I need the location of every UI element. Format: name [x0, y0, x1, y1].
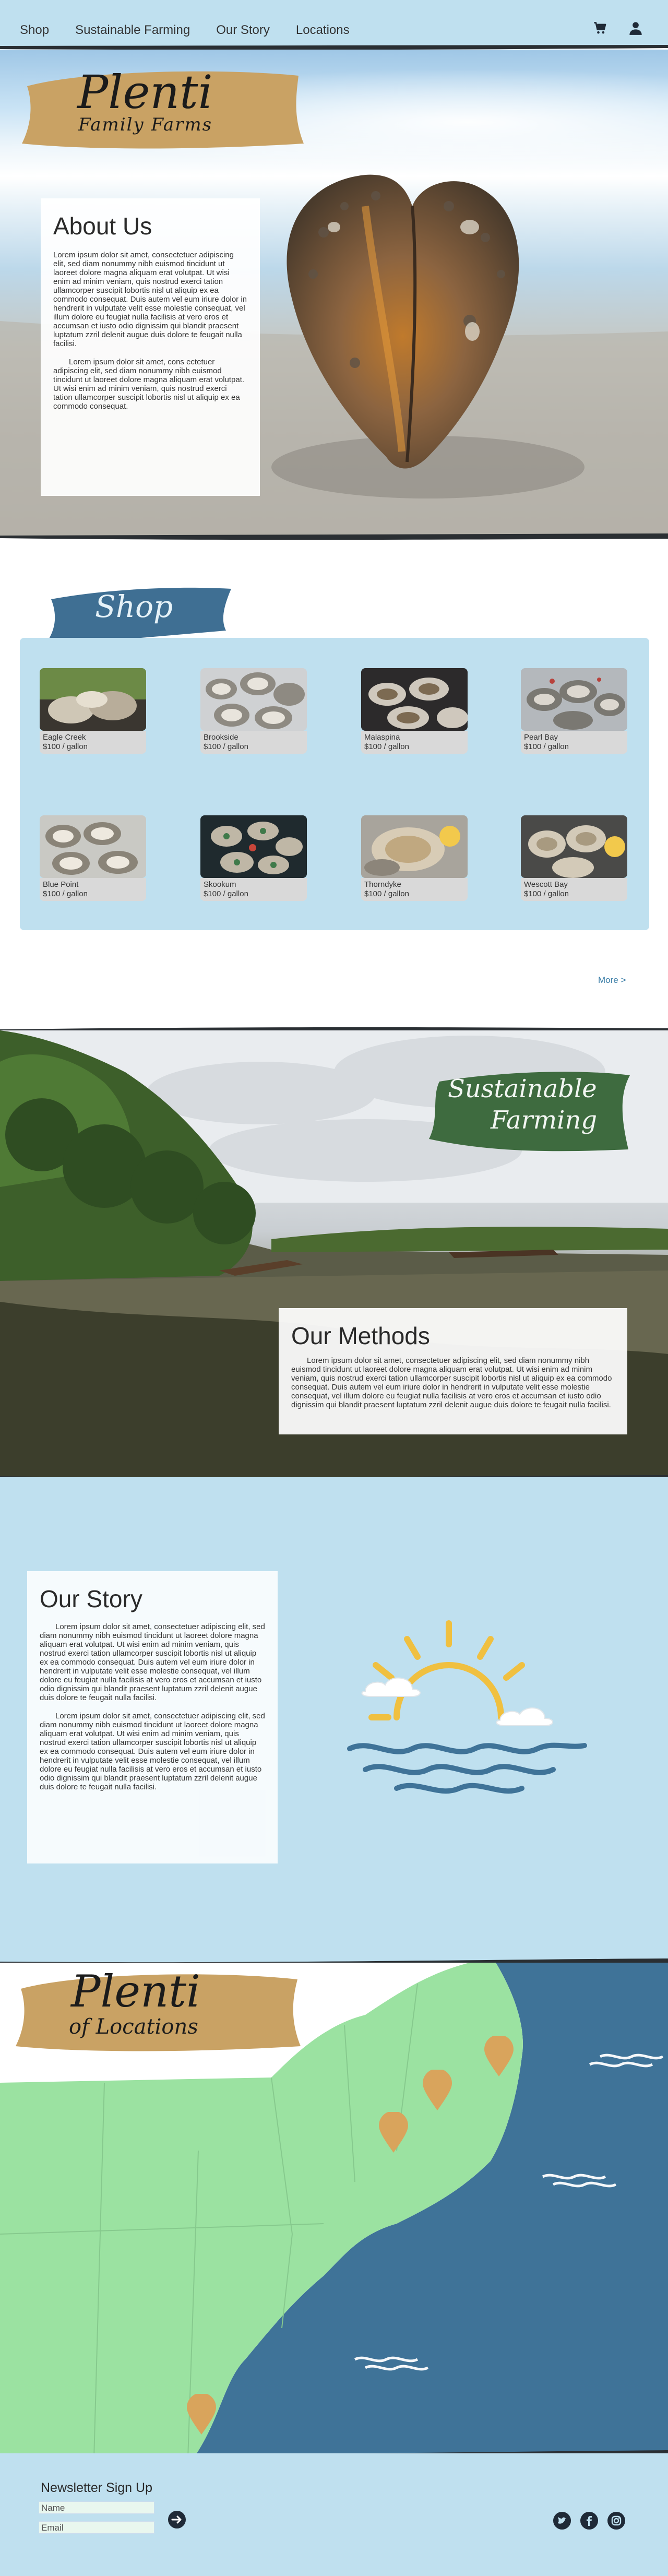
product-info: Malaspina $100 / gallon: [361, 731, 468, 754]
product-image: [521, 815, 627, 878]
product-image: [361, 668, 468, 731]
about-paragraph-1: Lorem ipsum dolor sit amet, consectetuer…: [53, 251, 247, 348]
user-icon[interactable]: [628, 21, 643, 35]
nav-link-our-story[interactable]: Our Story: [216, 23, 270, 38]
shop-title[interactable]: Shop: [95, 589, 173, 624]
product-card[interactable]: Blue Point $100 / gallon: [40, 815, 146, 901]
about-card: About Us Lorem ipsum dolor sit amet, con…: [41, 198, 260, 496]
product-price: $100 / gallon: [524, 889, 569, 898]
product-name: Wescott Bay: [524, 880, 568, 889]
shop-panel: Eagle Creek $100 / gallon Brookside $100…: [20, 638, 649, 930]
product-price: $100 / gallon: [364, 889, 409, 898]
product-price: $100 / gallon: [524, 742, 569, 751]
nav-links: Shop Sustainable Farming Our Story Locat…: [20, 23, 350, 38]
product-name: Skookum: [204, 880, 236, 889]
product-image: [40, 668, 146, 731]
product-card[interactable]: Brookside $100 / gallon: [200, 668, 307, 754]
product-price: $100 / gallon: [204, 742, 248, 751]
locations-brand[interactable]: Plenti: [71, 1966, 200, 2017]
story-title: Our Story: [40, 1585, 142, 1612]
product-card[interactable]: Thorndyke $100 / gallon: [361, 815, 468, 901]
methods-banner-line2[interactable]: Farming: [491, 1106, 597, 1135]
product-info: Wescott Bay $100 / gallon: [521, 878, 627, 901]
product-name: Thorndyke: [364, 880, 401, 889]
brand-logo[interactable]: Plenti: [77, 65, 213, 119]
methods-section: Sustainable Farming Our Methods Lorem ip…: [0, 1030, 668, 1477]
brand-tagline: Family Farms: [78, 114, 213, 135]
shop-more-link[interactable]: More >: [598, 975, 626, 986]
twitter-icon[interactable]: [553, 2512, 571, 2530]
newsletter-title: Newsletter Sign Up: [41, 2480, 152, 2495]
product-price: $100 / gallon: [43, 889, 88, 898]
about-title: About Us: [53, 212, 152, 240]
methods-card: Our Methods Lorem ipsum dolor sit amet, …: [279, 1308, 627, 1434]
methods-body: Lorem ipsum dolor sit amet, consectetuer…: [291, 1356, 612, 1409]
product-name: Pearl Bay: [524, 733, 558, 742]
newsletter-submit-arrow-icon[interactable]: [168, 2511, 186, 2528]
product-name: Malaspina: [364, 733, 400, 742]
product-info: Thorndyke $100 / gallon: [361, 878, 468, 901]
product-info: Pearl Bay $100 / gallon: [521, 731, 627, 754]
story-paragraph-1: Lorem ipsum dolor sit amet, consectetuer…: [40, 1622, 265, 1702]
story-section: Our Story Lorem ipsum dolor sit amet, co…: [0, 1477, 668, 1968]
sun-waves-icon: [347, 1620, 587, 1794]
newsletter-email-field[interactable]: Email: [39, 2521, 154, 2534]
product-card[interactable]: Wescott Bay $100 / gallon: [521, 815, 627, 901]
product-price: $100 / gallon: [204, 889, 248, 898]
product-image: [40, 815, 146, 878]
product-card[interactable]: Pearl Bay $100 / gallon: [521, 668, 627, 754]
locations-subtitle: of Locations: [69, 2015, 198, 2039]
location-pin-icon[interactable]: [186, 2394, 217, 2436]
product-image: [361, 815, 468, 878]
newsletter-name-field[interactable]: Name: [39, 2501, 154, 2514]
nav-link-locations[interactable]: Locations: [296, 23, 350, 38]
product-info: Blue Point $100 / gallon: [40, 878, 146, 901]
product-info: Skookum $100 / gallon: [200, 878, 307, 901]
methods-banner-line1[interactable]: Sustainable: [448, 1074, 597, 1103]
product-image: [200, 815, 307, 878]
nav-icons: [593, 21, 643, 35]
product-info: Eagle Creek $100 / gallon: [40, 731, 146, 754]
location-pin-icon[interactable]: [483, 2036, 515, 2078]
story-card: Our Story Lorem ipsum dolor sit amet, co…: [27, 1571, 278, 1863]
footer: Newsletter Sign Up Name Email: [0, 2453, 668, 2576]
nav-link-shop[interactable]: Shop: [20, 23, 49, 38]
product-card[interactable]: Eagle Creek $100 / gallon: [40, 668, 146, 754]
methods-title: Our Methods: [291, 1322, 430, 1349]
product-name: Blue Point: [43, 880, 79, 889]
cart-icon[interactable]: [593, 21, 607, 35]
product-price: $100 / gallon: [43, 742, 88, 751]
about-paragraph-2: Lorem ipsum dolor sit amet, cons ectetue…: [53, 358, 245, 411]
locations-section: Plenti of Locations: [0, 1963, 668, 2459]
product-card[interactable]: Skookum $100 / gallon: [200, 815, 307, 901]
product-info: Brookside $100 / gallon: [200, 731, 307, 754]
product-name: Brookside: [204, 733, 238, 742]
story-paragraph-2: Lorem ipsum dolor sit amet, consectetuer…: [40, 1712, 265, 1791]
facebook-icon[interactable]: [580, 2512, 598, 2530]
product-card[interactable]: Malaspina $100 / gallon: [361, 668, 468, 754]
location-pin-icon[interactable]: [378, 2112, 409, 2154]
product-image: [200, 668, 307, 731]
hero-section: Plenti Family Farms About Us Lorem ipsum…: [0, 50, 668, 538]
product-name: Eagle Creek: [43, 733, 86, 742]
hero-brush-edge: [0, 533, 668, 540]
product-image: [521, 668, 627, 731]
location-pin-icon[interactable]: [422, 2070, 453, 2111]
product-price: $100 / gallon: [364, 742, 409, 751]
top-nav: Shop Sustainable Farming Our Story Locat…: [0, 0, 668, 48]
nav-link-sustainable-farming[interactable]: Sustainable Farming: [75, 23, 190, 38]
instagram-icon[interactable]: [607, 2512, 625, 2530]
